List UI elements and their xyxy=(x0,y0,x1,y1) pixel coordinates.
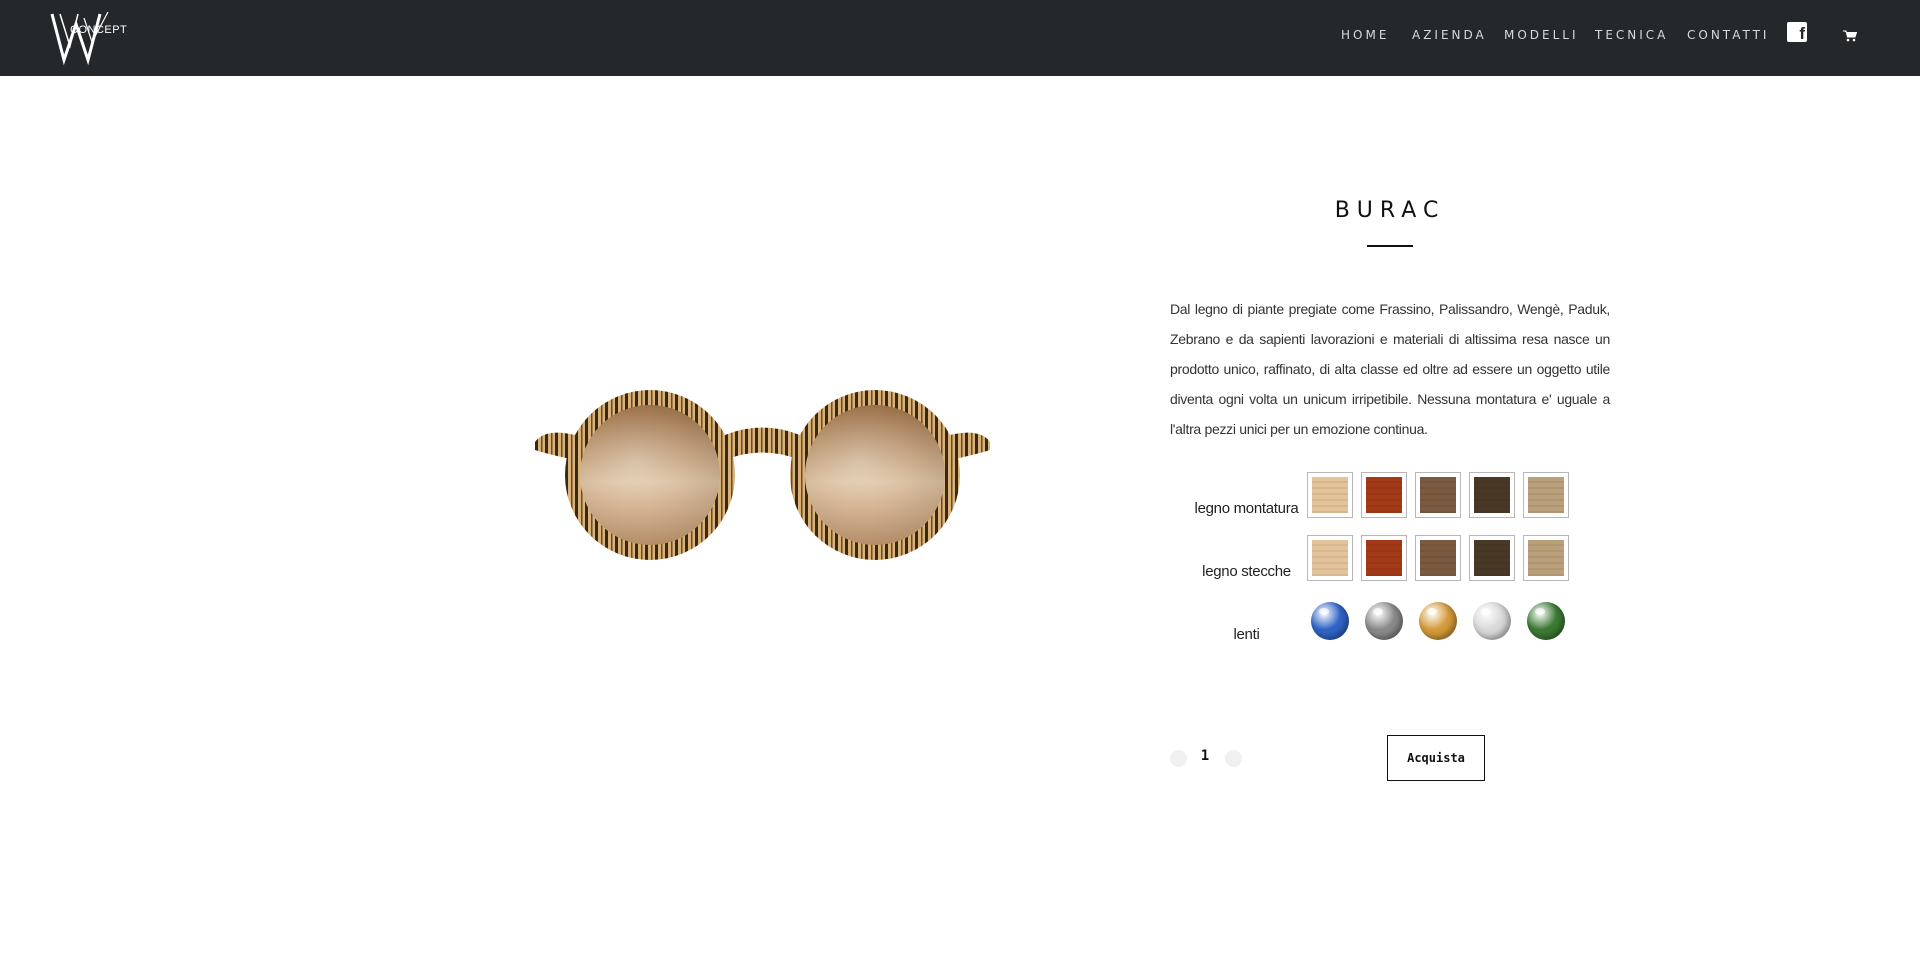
nav-modelli[interactable]: MODELLI xyxy=(1504,28,1579,42)
wood-texture xyxy=(1528,540,1564,576)
lens-color-blue[interactable] xyxy=(1311,602,1349,640)
cart-icon[interactable] xyxy=(1843,30,1857,42)
lens-color-gold[interactable] xyxy=(1419,602,1457,640)
wood-texture xyxy=(1420,540,1456,576)
wood-texture xyxy=(1312,477,1348,513)
frame-wood-swatch[interactable] xyxy=(1415,472,1461,518)
wood-texture xyxy=(1474,540,1510,576)
temple-wood-swatch[interactable] xyxy=(1523,535,1569,581)
title-divider xyxy=(1367,245,1413,247)
nav-tecnica[interactable]: TECNICA xyxy=(1595,28,1668,42)
frame-wood-swatch[interactable] xyxy=(1361,472,1407,518)
frame-wood-swatch[interactable] xyxy=(1307,472,1353,518)
lens-color-green[interactable] xyxy=(1527,602,1565,640)
product-sunglasses-image xyxy=(535,390,990,560)
frame-wood-swatch[interactable] xyxy=(1523,472,1569,518)
temple-wood-swatch[interactable] xyxy=(1307,535,1353,581)
quantity-increase-button[interactable] xyxy=(1225,750,1242,767)
facebook-icon[interactable]: f xyxy=(1787,22,1807,43)
quantity-decrease-button[interactable] xyxy=(1170,750,1187,767)
lens-label: lenti xyxy=(1233,626,1260,643)
logo-text: CONCEPT xyxy=(70,24,128,36)
nav-contatti[interactable]: CONTATTI xyxy=(1687,28,1769,42)
temple-wood-swatch[interactable] xyxy=(1361,535,1407,581)
wood-texture xyxy=(1528,477,1564,513)
wood-texture xyxy=(1366,540,1402,576)
product-title: BURAC xyxy=(1334,198,1446,223)
temple-wood-label: legno stecche xyxy=(1202,563,1291,580)
quantity-value[interactable]: 1 xyxy=(1195,748,1215,764)
wood-texture xyxy=(1312,540,1348,576)
frame-wood-swatch[interactable] xyxy=(1469,472,1515,518)
temple-wood-swatch[interactable] xyxy=(1415,535,1461,581)
lens-color-silver[interactable] xyxy=(1473,602,1511,640)
wood-texture xyxy=(1420,477,1456,513)
buy-button[interactable]: Acquista xyxy=(1387,735,1485,781)
lens-color-grey[interactable] xyxy=(1365,602,1403,640)
brand-logo[interactable]: CONCEPT xyxy=(0,0,180,76)
nav-home[interactable]: HOME xyxy=(1341,28,1389,42)
wood-texture xyxy=(1474,477,1510,513)
nav-azienda[interactable]: AZIENDA xyxy=(1412,28,1487,42)
wood-texture xyxy=(1366,477,1402,513)
product-description: Dal legno di piante pregiate come Frassi… xyxy=(1170,301,1610,437)
temple-wood-swatch[interactable] xyxy=(1469,535,1515,581)
w-logo-icon xyxy=(50,11,109,66)
frame-wood-label: legno montatura xyxy=(1194,500,1299,517)
top-navigation-bar: CONCEPT HOME AZIENDA MODELLI TECNICA CON… xyxy=(0,0,1920,76)
